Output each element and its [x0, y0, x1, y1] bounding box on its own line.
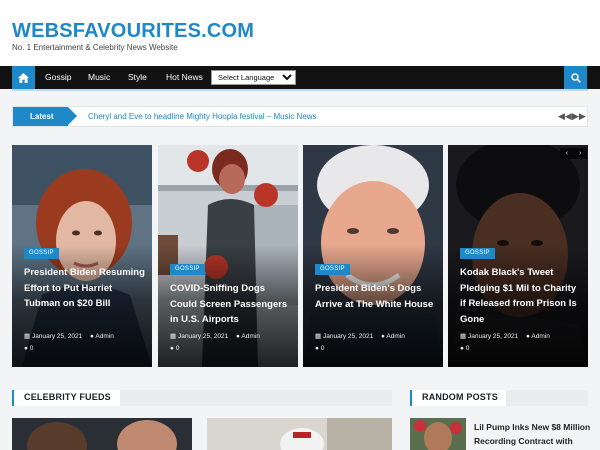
card-date[interactable]: January 25, 2021 — [323, 333, 373, 340]
comment-count: 0 — [320, 345, 325, 352]
double-chevron-right-icon[interactable]: ▶▶ — [572, 107, 586, 126]
card-title[interactable]: President Biden's Dogs Arrive at The Whi… — [315, 281, 439, 312]
double-chevron-left-icon[interactable]: ◀◀ — [558, 107, 572, 126]
ticker-label-arrow — [68, 107, 77, 125]
card-comments[interactable]: ● 0 — [315, 345, 324, 352]
site-header: WEBSFAVOURITES.COM No. 1 Entertainment &… — [0, 0, 600, 66]
random-post-title[interactable]: Lil Pump Inks New $8 Million Recording C… — [474, 420, 592, 450]
nav-divider — [12, 89, 588, 91]
comment-count: 0 — [29, 345, 34, 352]
featured-card[interactable]: GOSSIP President Biden's Dogs Arrive at … — [303, 145, 443, 367]
fued-post-thumbnail[interactable] — [12, 418, 192, 450]
ticker-label: Latest — [13, 107, 68, 126]
nav-item-style[interactable]: Style — [128, 66, 147, 89]
comment-icon: ● — [460, 345, 464, 352]
card-author[interactable]: Admin — [386, 333, 404, 340]
calendar-icon: ▦ — [315, 333, 322, 340]
section-heading-celebrity-fueds: CELEBRITY FUEDS — [12, 390, 120, 406]
site-tagline: No. 1 Entertainment & Celebrity News Web… — [12, 43, 178, 52]
nav-item-gossip[interactable]: Gossip — [45, 66, 71, 89]
section-heading-bar — [120, 390, 392, 406]
user-icon: ● — [381, 333, 385, 340]
calendar-icon: ▦ — [170, 333, 177, 340]
home-icon — [18, 72, 29, 83]
card-date[interactable]: January 25, 2021 — [178, 333, 228, 340]
category-badge[interactable]: GOSSIP — [24, 248, 59, 259]
card-author[interactable]: Admin — [95, 333, 113, 340]
language-select[interactable]: Select Language — [211, 70, 296, 85]
card-author[interactable]: Admin — [531, 333, 549, 340]
card-meta: ▦ January 25, 2021 ● Admin — [170, 332, 260, 340]
card-meta: ▦ January 25, 2021 ● Admin — [460, 332, 550, 340]
featured-card[interactable]: GOSSIP COVID-Sniffing Dogs Could Screen … — [158, 145, 298, 367]
nav-search-button[interactable] — [564, 66, 587, 89]
user-icon: ● — [526, 333, 530, 340]
post-image — [410, 418, 466, 450]
ticker-headline-link[interactable]: Cheryl and Eve to headline Mighty Hoopla… — [88, 107, 317, 126]
card-date[interactable]: January 25, 2021 — [32, 333, 82, 340]
category-badge[interactable]: GOSSIP — [460, 248, 495, 259]
user-icon: ● — [236, 333, 240, 340]
category-badge[interactable]: GOSSIP — [315, 264, 350, 275]
search-icon — [570, 72, 581, 83]
featured-card[interactable]: GOSSIP Kodak Black's Tweet Pledging $1 M… — [448, 145, 588, 367]
card-meta: ▦ January 25, 2021 ● Admin — [24, 332, 114, 340]
card-meta: ▦ January 25, 2021 ● Admin — [315, 332, 405, 340]
card-date[interactable]: January 25, 2021 — [468, 333, 518, 340]
card-title[interactable]: COVID-Sniffing Dogs Could Screen Passeng… — [170, 281, 294, 328]
comment-icon: ● — [170, 345, 174, 352]
chevron-left-icon[interactable]: ‹ — [566, 150, 568, 157]
card-author[interactable]: Admin — [241, 333, 259, 340]
section-title: RANDOM POSTS — [422, 392, 498, 402]
post-image — [12, 418, 192, 450]
site-title-link[interactable]: WEBSFAVOURITES.COM — [12, 20, 254, 43]
calendar-icon: ▦ — [460, 333, 467, 340]
random-post-thumbnail[interactable] — [410, 418, 466, 450]
latest-ticker: Latest Cheryl and Eve to headline Mighty… — [12, 106, 588, 127]
section-heading-bar — [506, 390, 588, 406]
card-comments[interactable]: ● 0 — [24, 345, 33, 352]
fued-post-thumbnail[interactable] — [207, 418, 392, 450]
post-image — [207, 418, 392, 450]
card-comments[interactable]: ● 0 — [460, 345, 469, 352]
comment-count: 0 — [465, 345, 470, 352]
calendar-icon: ▦ — [24, 333, 31, 340]
nav-item-hot-news[interactable]: Hot News — [166, 66, 203, 89]
card-comments[interactable]: ● 0 — [170, 345, 179, 352]
chevron-right-icon[interactable]: › — [579, 150, 581, 157]
card-title[interactable]: Kodak Black's Tweet Pledging $1 Mil to C… — [460, 265, 584, 327]
main-navigation: Gossip Music Style Hot News Select Langu… — [0, 66, 600, 89]
slider-controls: ‹ › — [560, 148, 587, 159]
comment-count: 0 — [175, 345, 180, 352]
comment-icon: ● — [24, 345, 28, 352]
section-heading-random-posts: RANDOM POSTS — [410, 390, 506, 406]
nav-item-music[interactable]: Music — [88, 66, 110, 89]
featured-card[interactable]: GOSSIP President Biden Resuming Effort t… — [12, 145, 152, 367]
category-badge[interactable]: GOSSIP — [170, 264, 205, 275]
user-icon: ● — [90, 333, 94, 340]
nav-home-button[interactable] — [12, 66, 35, 89]
comment-icon: ● — [315, 345, 319, 352]
card-title[interactable]: President Biden Resuming Effort to Put H… — [24, 265, 148, 312]
section-title: CELEBRITY FUEDS — [24, 392, 111, 402]
